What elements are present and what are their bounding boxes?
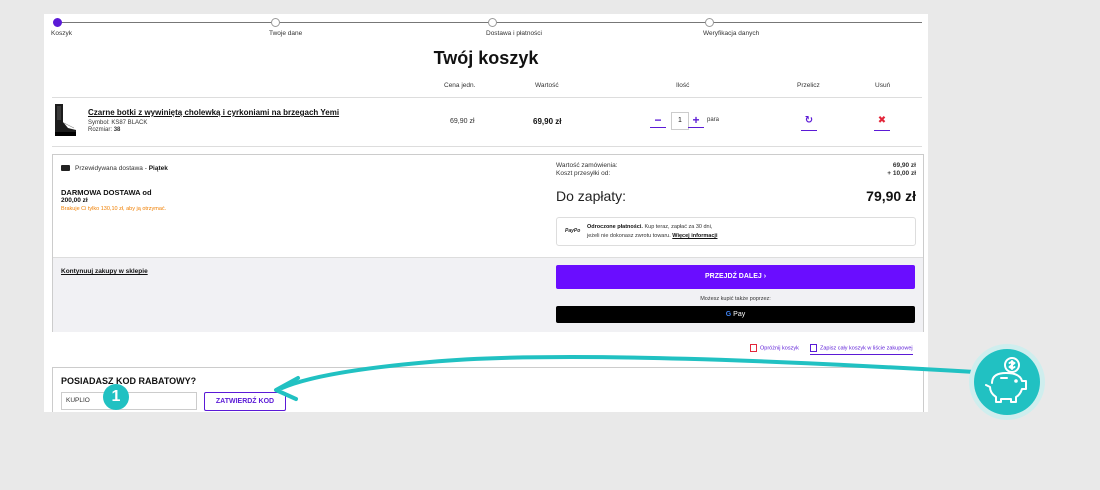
paypo-more-info-link[interactable]: Więcej informacji [672,233,717,239]
header-remove: Usuń [875,82,891,89]
product-value: 69,90 zł [533,117,562,126]
step-label: Dostawa i płatności [486,30,542,37]
continue-shopping-link[interactable]: Kontynuuj zakupy w sklepie [61,268,148,275]
product-size: Rozmiar: 38 [88,127,120,133]
step-dot [53,18,62,27]
product-unit-price: 69,90 zł [450,118,475,125]
paypo-text-1: Kup teraz, zapłać za 30 dni, [644,224,713,230]
empty-cart-label: Opróżnij koszyk [760,345,799,352]
free-delivery-note: Brakuje Ci tylko 130,10 zł, aby ją otrzy… [61,206,167,212]
shipping-row: Koszt przesyłki od: + 10,00 zł [556,170,916,177]
header-quantity: Ilość [676,82,690,89]
step-cart[interactable]: Koszyk [51,18,72,37]
piggy-bank-icon [985,357,1027,403]
step-label: Twoje dane [269,30,303,37]
annotation-step-badge: 1 [103,384,129,410]
shipping-value: + 10,00 zł [887,170,916,177]
summary-actions: Kontynuuj zakupy w sklepie PRZEJDŹ DALEJ… [53,257,923,332]
product-symbol: Symbol: KS87 BLACK [88,120,148,126]
recalculate-icon[interactable]: ↻ [801,115,817,131]
free-delivery-title: DARMOWA DOSTAWA od [61,188,152,197]
checkout-stepper: Koszyk Twoje dane Dostawa i płatności We… [44,14,928,44]
header-value: Wartość [535,82,559,89]
apply-code-button[interactable]: ZATWIERDŹ KOD [204,392,286,411]
cart-panel: Koszyk Twoje dane Dostawa i płatności We… [44,14,928,412]
order-value-label: Wartość zamówienia: [556,162,618,169]
step-delivery-payment[interactable]: Dostawa i płatności [486,18,542,37]
quantity-decrease-button[interactable]: − [650,113,666,128]
paypo-bold: Odroczone płatności. [587,224,643,230]
cart-table-header: Cena jedn. Wartość Ilość Przelicz Usuń [44,82,928,96]
step-verification[interactable]: Weryfikacja danych [703,18,759,37]
header-recalculate: Przelicz [797,82,820,89]
free-delivery-amount: 200,00 zł [61,197,88,204]
alt-payment-label: Możesz kupić także poprzez: [700,296,771,302]
divider [52,146,922,147]
quantity-input[interactable]: 1 [671,112,689,130]
paypo-banner: PayPo Odroczone płatności. Kup teraz, za… [556,217,916,246]
google-g-icon: G [725,311,732,318]
delivery-day: Piątek [148,165,168,172]
step-label: Weryfikacja danych [703,30,760,37]
discount-title: POSIADASZ KOD RABATOWY? [61,376,197,386]
proceed-button[interactable]: PRZEJDŹ DALEJ › [556,265,915,289]
paypo-logo: PayPo [565,228,581,234]
summary-top: Przewidywana dostawa - Piątek DARMOWA DO… [53,155,923,257]
product-name-link[interactable]: Czarne botki z wywiniętą cholewką i cyrk… [88,108,339,117]
expected-delivery: Przewidywana dostawa - Piątek [61,165,168,172]
to-pay-value: 79,90 zł [866,188,916,204]
empty-cart-link[interactable]: Opróżnij koszyk [750,344,799,352]
discount-code-input[interactable]: KUPLIO [61,392,197,410]
google-pay-button[interactable]: G Pay [556,306,915,323]
step-dot [488,18,497,27]
step-label: Koszyk [51,30,72,37]
step-dot [705,18,714,27]
product-size-value: 38 [113,127,121,133]
step-your-data[interactable]: Twoje dane [269,18,302,37]
page-title: Twój koszyk [433,48,539,68]
save-cart-link[interactable]: Zapisz cały koszyk w liście zakupowej [810,344,913,355]
delivery-label: Przewidywana dostawa - [75,165,147,172]
google-pay-label: Pay [733,311,746,318]
product-thumbnail[interactable] [52,102,78,138]
remove-item-icon[interactable]: ✖ [874,115,890,131]
document-icon [810,344,817,352]
save-cart-label: Zapisz cały koszyk w liście zakupowej [820,345,913,352]
paypo-text-2: jeżeli nie dokonasz zwrotu towaru. [587,233,671,239]
discount-section: POSIADASZ KOD RABATOWY? KUPLIO ZATWIERDŹ… [52,367,924,412]
header-unit-price: Cena jedn. [444,82,476,89]
product-size-label: Rozmiar: [88,127,113,133]
to-pay-label: Do zapłaty: [556,188,627,204]
order-value-row: Wartość zamówienia: 69,90 zł [556,162,916,169]
shipping-label: Koszt przesyłki od: [556,170,611,177]
order-value: 69,90 zł [892,162,916,169]
truck-icon [61,165,70,172]
quantity-unit: para [707,117,720,123]
quantity-increase-button[interactable]: + [688,113,704,128]
piggy-bank-badge [974,349,1040,415]
order-summary-box: Przewidywana dostawa - Piątek DARMOWA DO… [52,154,924,332]
trash-icon [750,344,757,352]
paypo-text: Odroczone płatności. Kup teraz, zapłać z… [587,223,717,241]
step-dot [271,18,280,27]
divider [52,97,922,98]
